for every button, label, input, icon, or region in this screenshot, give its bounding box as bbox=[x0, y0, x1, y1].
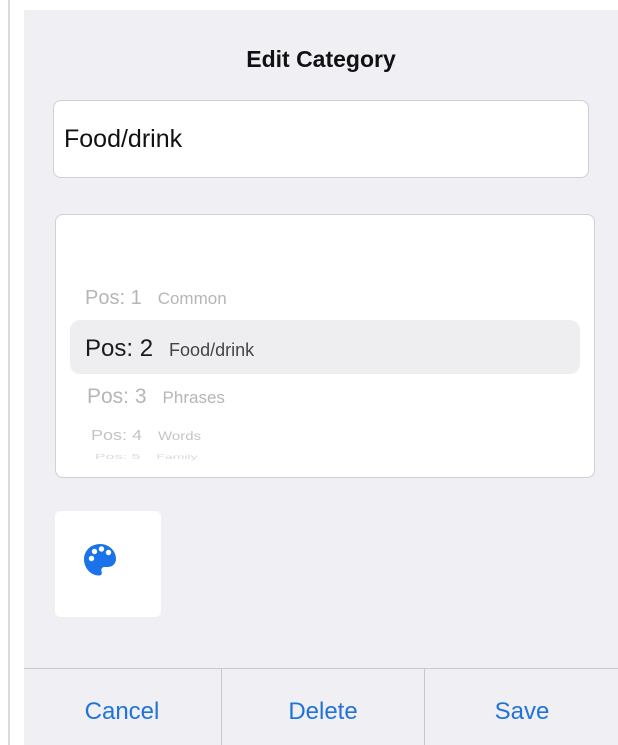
edit-category-sheet: Edit Category Pos: 1 Common Pos: 2 Food/dr… bbox=[24, 10, 618, 745]
picker-row-position: Pos: 3 bbox=[87, 385, 147, 408]
picker-row[interactable]: Pos: 1 Common bbox=[85, 287, 227, 310]
picker-row-position: Pos: 4 bbox=[91, 427, 143, 444]
picker-row-position: Pos: 1 bbox=[85, 287, 142, 309]
picker-row[interactable]: Pos: 5 Family bbox=[95, 453, 198, 461]
bottom-toolbar: Cancel Delete Save bbox=[24, 668, 618, 745]
picker-row-name: Family bbox=[156, 453, 198, 461]
screen: Edit Category Pos: 1 Common Pos: 2 Food/dr… bbox=[0, 0, 618, 745]
picker-row-selected[interactable]: Pos: 2 Food/drink bbox=[85, 335, 254, 363]
delete-button[interactable]: Delete bbox=[221, 669, 424, 745]
window-edge bbox=[8, 0, 10, 745]
picker-row-position: Pos: 2 bbox=[85, 335, 154, 362]
picker-row-name: Words bbox=[158, 429, 202, 444]
position-picker[interactable]: Pos: 1 Common Pos: 2 Food/drink Pos: 3 Phra… bbox=[55, 214, 595, 478]
dialog-title: Edit Category bbox=[246, 46, 396, 72]
picker-row[interactable]: Pos: 4 Words bbox=[91, 427, 201, 444]
picker-row-name: Phrases bbox=[162, 388, 225, 407]
cancel-button[interactable]: Cancel bbox=[24, 669, 220, 745]
save-button[interactable]: Save bbox=[424, 669, 618, 745]
color-picker-button[interactable] bbox=[55, 511, 161, 617]
picker-row-name: Food/drink bbox=[169, 340, 255, 360]
picker-row[interactable]: Pos: 3 Phrases bbox=[87, 385, 225, 409]
picker-row-position: Pos: 5 bbox=[95, 453, 141, 461]
picker-row-name: Common bbox=[157, 289, 227, 308]
category-name-input[interactable] bbox=[53, 100, 589, 178]
